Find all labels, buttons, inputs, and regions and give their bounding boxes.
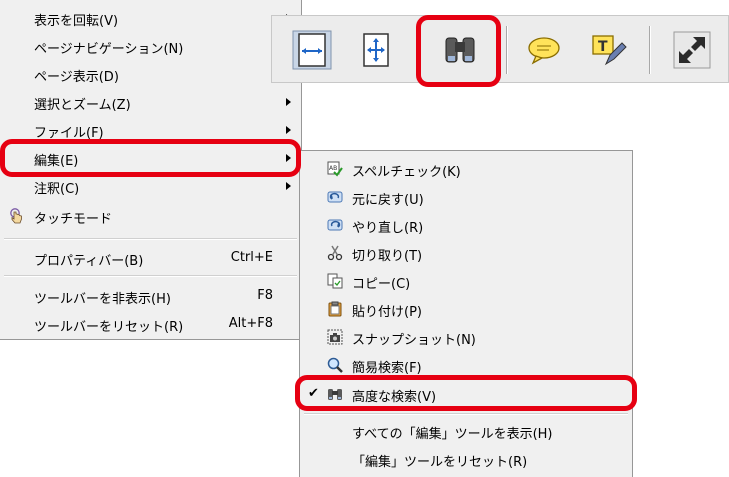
menu-item-label: プロパティバー(B) [34, 254, 144, 269]
menu-item-paste[interactable]: 貼り付け(P) [300, 295, 632, 323]
menu-item-rotate-view[interactable]: 表示を回転(V) [0, 4, 301, 32]
undo-icon [327, 191, 343, 203]
toolbar-separator [649, 26, 651, 74]
menu-item-property-bar[interactable]: プロパティバー(B) Ctrl+E [0, 244, 301, 272]
redo-icon [327, 219, 343, 231]
menu-item-label: 表示を回転(V) [34, 14, 119, 29]
menu-item-label: ツールバーをリセット(R) [34, 320, 184, 335]
menu-item-show-all-edit-tools[interactable]: すべての「編集」ツールを表示(H) [300, 417, 632, 445]
svg-text:T: T [598, 39, 608, 55]
menu-item-label: 「編集」ツールをリセット(R) [352, 455, 528, 470]
menu-item-page-display[interactable]: ページ表示(D) [0, 60, 301, 88]
comment-bubble-icon[interactable] [524, 30, 564, 70]
menu-separator [4, 238, 297, 240]
edit-submenu: AB スペルチェック(K) 元に戻す(U) やり直し(R) 切り取り(T) コピ… [299, 150, 633, 477]
svg-text:AB: AB [329, 165, 337, 172]
camera-icon [327, 329, 343, 345]
menu-item-label: ページ表示(D) [34, 70, 119, 85]
menu-item-shortcut: F8 [257, 288, 273, 303]
fullscreen-icon[interactable] [672, 30, 712, 70]
menu-item-label: 切り取り(T) [352, 249, 423, 264]
menu-item-label: 注釈(C) [34, 182, 80, 197]
menu-item-cut[interactable]: 切り取り(T) [300, 239, 632, 267]
text-edit-icon[interactable]: T [588, 30, 628, 70]
highlight-binoculars-button [416, 15, 501, 87]
menu-item-reset-edit-tools[interactable]: 「編集」ツールをリセット(R) [300, 445, 632, 473]
touch-hand-icon [10, 208, 22, 224]
menu-item-hide-toolbar[interactable]: ツールバーを非表示(H) F8 [0, 282, 301, 310]
menu-item-label: 貼り付け(P) [352, 305, 422, 320]
submenu-arrow-icon [286, 98, 291, 106]
fit-width-icon[interactable] [292, 30, 332, 70]
menu-item-label: ツールバーを非表示(H) [34, 292, 171, 307]
submenu-arrow-icon [286, 182, 291, 190]
toolbar-separator [506, 26, 508, 74]
paste-icon [328, 301, 342, 317]
menu-item-label: コピー(C) [352, 277, 411, 292]
menu-item-label: 選択とズーム(Z) [34, 98, 131, 113]
menu-item-touch-mode[interactable]: タッチモード [0, 202, 301, 230]
menu-separator [304, 413, 628, 415]
menu-item-label: ページナビゲーション(N) [34, 42, 184, 57]
fit-page-icon[interactable] [356, 30, 396, 70]
menu-item-label: 元に戻す(U) [352, 193, 424, 208]
submenu-arrow-icon [286, 126, 291, 134]
menu-item-label: タッチモード [34, 212, 113, 227]
menu-item-label: 簡易検索(F) [352, 361, 422, 376]
menu-item-redo[interactable]: やり直し(R) [300, 211, 632, 239]
copy-icon [327, 273, 343, 289]
spellcheck-icon: AB [327, 161, 343, 177]
menu-item-select-zoom[interactable]: 選択とズーム(Z) [0, 88, 301, 116]
menu-item-undo[interactable]: 元に戻す(U) [300, 183, 632, 211]
magnifier-icon [327, 357, 343, 373]
highlight-advanced-search-item [295, 375, 637, 411]
highlight-edit-menu-item [0, 139, 301, 177]
menu-item-spellcheck[interactable]: AB スペルチェック(K) [300, 155, 632, 183]
menu-item-shortcut: Alt+F8 [228, 316, 273, 331]
menu-item-label: スナップショット(N) [352, 333, 476, 348]
menu-item-label: スペルチェック(K) [352, 165, 461, 180]
menu-item-shortcut: Ctrl+E [230, 250, 273, 265]
menu-item-snapshot[interactable]: スナップショット(N) [300, 323, 632, 351]
menu-item-label: やり直し(R) [352, 221, 424, 236]
menu-item-reset-toolbar[interactable]: ツールバーをリセット(R) Alt+F8 [0, 310, 301, 338]
menu-item-copy[interactable]: コピー(C) [300, 267, 632, 295]
scissors-icon [327, 245, 343, 261]
menu-item-label: すべての「編集」ツールを表示(H) [352, 427, 553, 442]
menu-separator [4, 275, 297, 277]
menu-item-page-navigation[interactable]: ページナビゲーション(N) [0, 32, 301, 60]
